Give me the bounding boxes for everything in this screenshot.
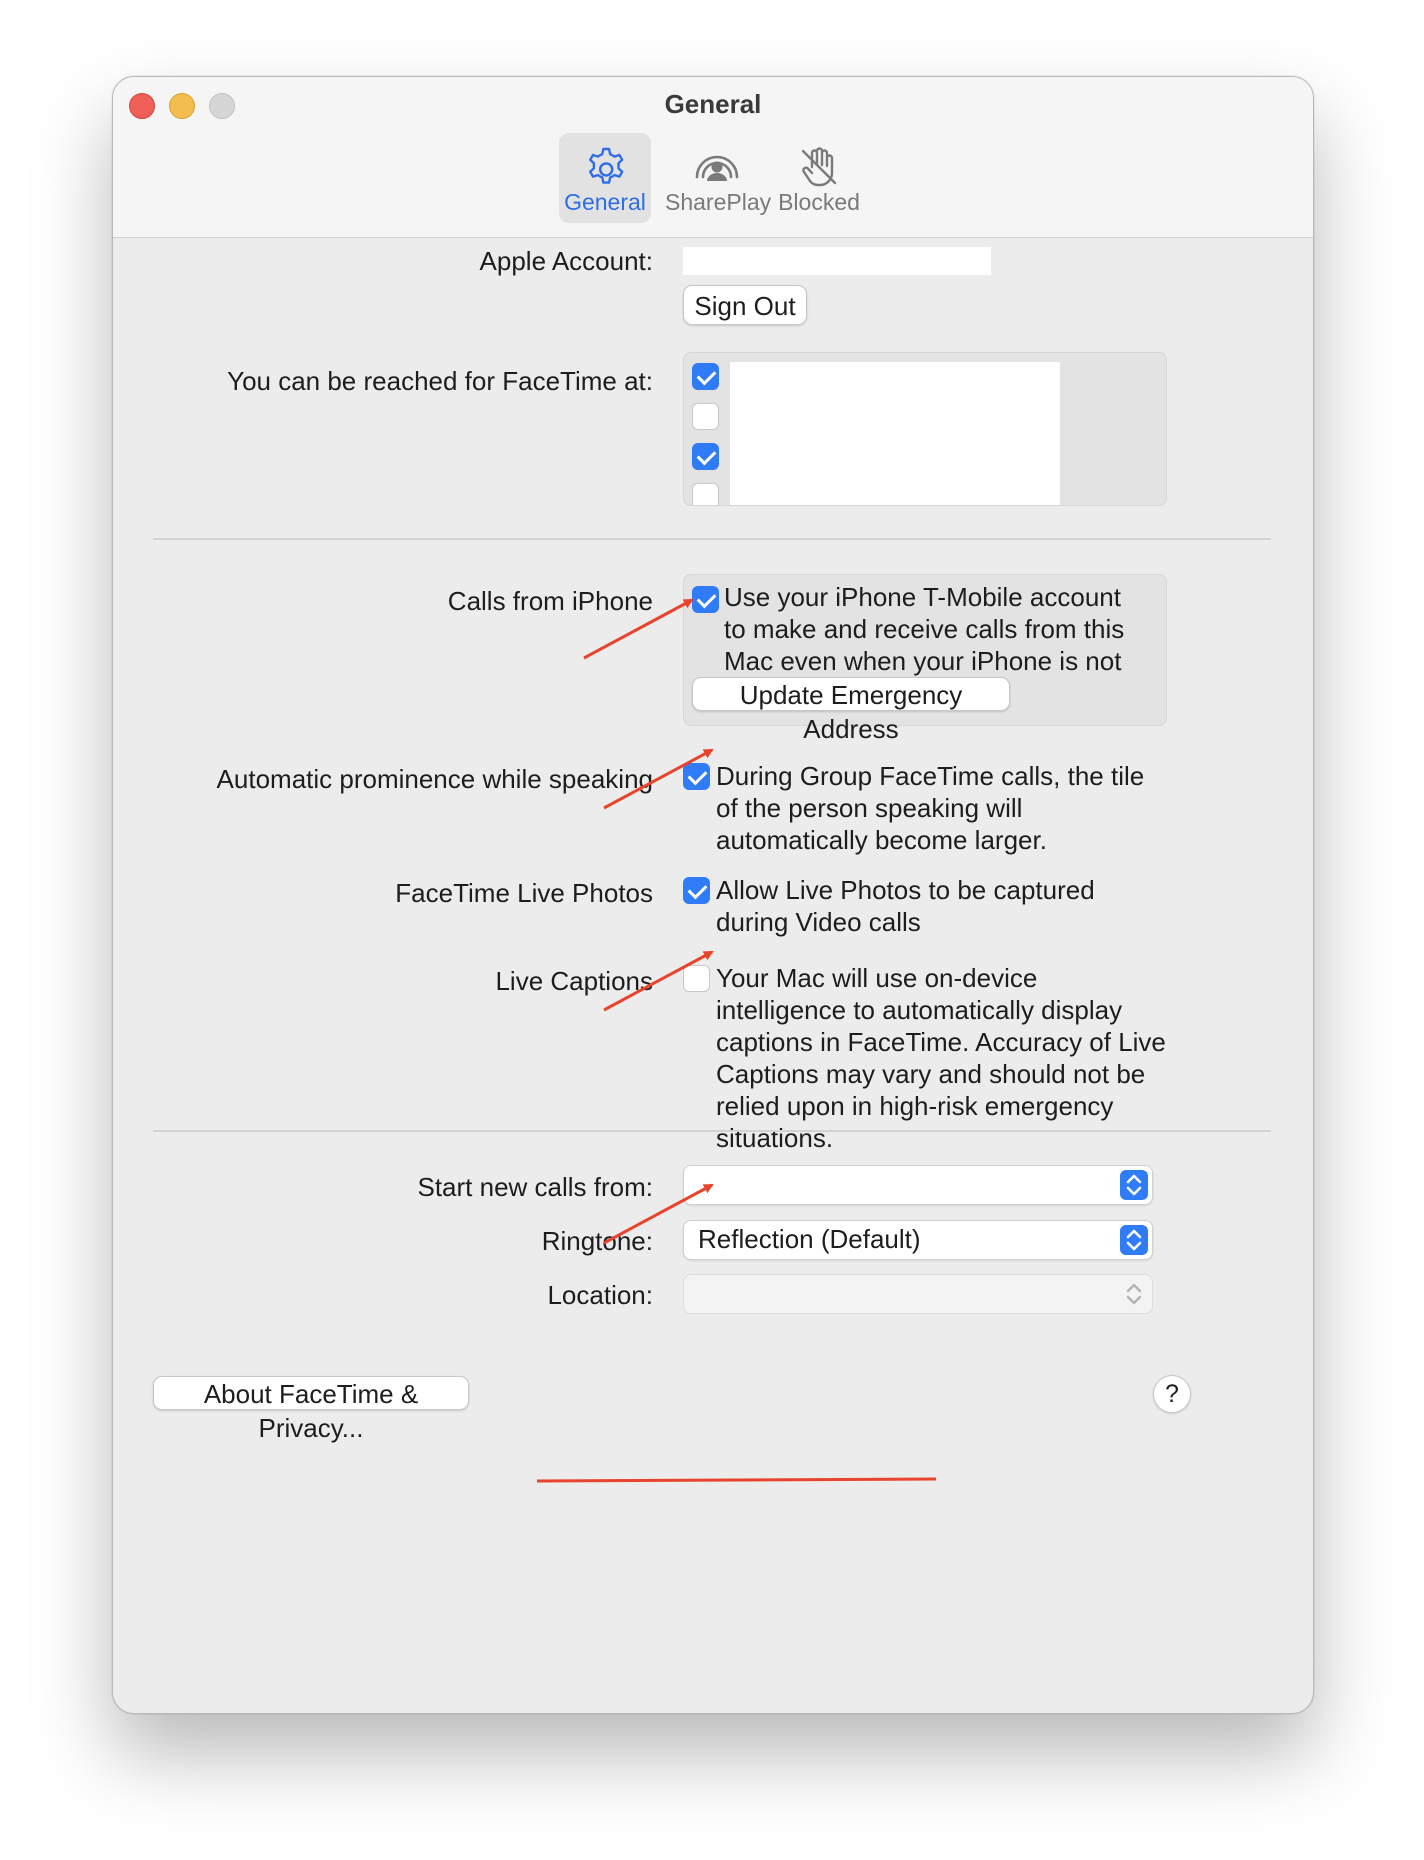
- ringtone-value: Reflection (Default): [698, 1224, 921, 1254]
- ringtone-label: Ringtone:: [541, 1226, 653, 1256]
- live-captions-label: Live Captions: [495, 966, 653, 996]
- section-divider: [153, 1130, 1271, 1132]
- start-calls-popup[interactable]: [683, 1165, 1153, 1205]
- popup-stepper-icon: [1120, 1170, 1148, 1200]
- sign-out-button[interactable]: Sign Out: [683, 285, 807, 325]
- calls-from-iphone-label: Calls from iPhone: [447, 586, 653, 616]
- facetime-reach-label: You can be reached for FaceTime at:: [227, 366, 653, 396]
- reach-checkbox-1[interactable]: [692, 363, 719, 390]
- apple-account-value: [683, 247, 991, 275]
- update-emergency-address-button[interactable]: Update Emergency Address: [692, 677, 1010, 744]
- tab-blocked[interactable]: Blocked: [773, 133, 865, 223]
- live-photos-description: Allow Live Photos to be captured during …: [716, 875, 1095, 937]
- reach-checkbox-3[interactable]: [692, 443, 719, 470]
- facetime-settings-window: General General SharePlay Blocked Apple …: [112, 76, 1314, 1714]
- location-popup[interactable]: [683, 1274, 1153, 1314]
- live-captions-checkbox[interactable]: [683, 965, 710, 992]
- start-calls-label: Start new calls from:: [417, 1172, 653, 1202]
- gear-icon: [589, 147, 624, 184]
- calls-from-iphone-box: Use your iPhone T-Mobile account to make…: [683, 574, 1167, 744]
- section-divider: [153, 538, 1271, 540]
- tab-shareplay[interactable]: SharePlay: [665, 133, 772, 223]
- live-captions-description: Your Mac will use on-device intelligence…: [716, 963, 1166, 1153]
- live-photos-label: FaceTime Live Photos: [395, 878, 653, 908]
- window-title: General: [664, 89, 762, 119]
- auto-prominence-label: Automatic prominence while speaking: [216, 764, 653, 794]
- popup-stepper-icon: [1120, 1279, 1148, 1309]
- about-facetime-privacy-button[interactable]: About FaceTime & Privacy...: [153, 1376, 469, 1443]
- apple-account-label: Apple Account:: [479, 246, 653, 276]
- toolbar: General General SharePlay Blocked: [113, 77, 1313, 238]
- shareplay-icon: [695, 155, 739, 181]
- ringtone-popup[interactable]: Reflection (Default): [683, 1220, 1153, 1260]
- tab-general-label: General: [564, 189, 646, 215]
- auto-prominence-checkbox[interactable]: [683, 763, 710, 790]
- reach-address-list: [730, 362, 1060, 505]
- tab-blocked-label: Blocked: [778, 189, 860, 215]
- live-photos-checkbox[interactable]: [683, 877, 710, 904]
- auto-prominence-description: During Group FaceTime calls, the tile of…: [716, 761, 1145, 855]
- help-button[interactable]: ?: [1153, 1375, 1191, 1413]
- calls-from-iphone-checkbox[interactable]: [692, 586, 719, 613]
- tab-general[interactable]: General: [559, 133, 651, 223]
- location-label: Location:: [547, 1280, 653, 1310]
- raised-hand-icon: [801, 147, 837, 187]
- reach-checkbox-4[interactable]: [692, 483, 719, 505]
- reach-checkbox-2[interactable]: [692, 403, 719, 430]
- popup-stepper-icon: [1120, 1225, 1148, 1255]
- tab-shareplay-label: SharePlay: [665, 189, 772, 215]
- facetime-reach-list: [683, 352, 1167, 506]
